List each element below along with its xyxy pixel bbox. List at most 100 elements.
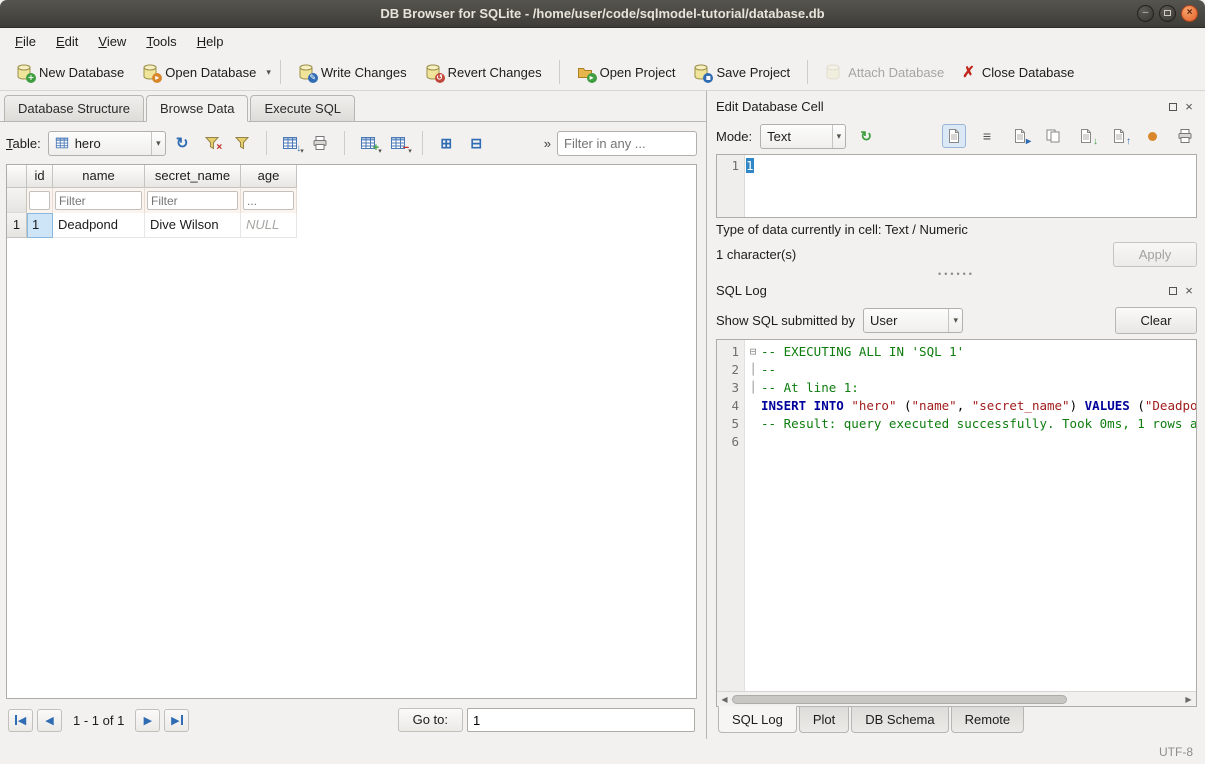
scrollbar-thumb[interactable] [732,695,1067,704]
import-data-button[interactable]: ↓ [1074,124,1098,148]
overflow-chevron[interactable]: » [541,136,554,151]
sql-log-content: ⊟-- EXECUTING ALL IN 'SQL 1'│--│-- At li… [745,340,1196,691]
attach-database-button[interactable]: Attach Database [817,59,952,85]
copy-data-button[interactable] [1041,124,1065,148]
column-header-name[interactable]: name [53,165,145,188]
menu-view[interactable]: View [89,31,135,52]
edit-cell-title: Edit Database Cell [716,99,1165,114]
sql-log-view: 123456 ⊟-- EXECUTING ALL IN 'SQL 1'│--│-… [716,339,1197,707]
maximize-button[interactable] [1159,5,1176,22]
new-record-button[interactable]: + ▾ [355,130,382,156]
grid-filter-row [7,188,696,213]
insert-cell-button[interactable]: ⊞ [433,130,460,156]
char-count-label: 1 character(s) [716,247,796,262]
float-dock-button[interactable] [1165,99,1181,115]
printer-icon [1177,128,1193,144]
last-record-button[interactable]: ▶ [164,709,189,732]
tab-sql-log[interactable]: SQL Log [718,706,797,733]
clear-cell-button[interactable]: ⊟ [463,130,490,156]
import-icon: ↓ [1078,128,1094,144]
cell-age[interactable]: NULL [241,213,297,238]
scroll-right-arrow[interactable]: ▶ [1181,695,1196,704]
menu-help[interactable]: Help [188,31,233,52]
attach-database-icon [825,64,841,80]
word-wrap-icon: ≡ [983,128,991,144]
close-button[interactable]: × [1181,5,1198,22]
save-project-button[interactable]: ▪ Save Project [685,59,798,85]
float-dock-button[interactable] [1165,283,1181,299]
word-wrap-button[interactable]: ≡ [975,124,999,148]
refresh-button[interactable]: ↻ [169,130,196,156]
cell-editor-gutter: 1 [717,155,745,217]
column-header-age[interactable]: age [241,165,297,188]
open-data-button[interactable]: ▸ [1008,124,1032,148]
cell-editor[interactable]: 1 1 [716,154,1197,218]
open-database-label: Open Database [165,65,256,80]
clear-filter-icon: × [204,135,220,151]
show-sql-label: Show SQL submitted by [716,313,855,328]
auto-detect-format-button[interactable]: ↻ [854,124,878,148]
filter-input-secret-name[interactable] [147,191,238,210]
text-mode-button[interactable] [942,124,966,148]
write-changes-button[interactable]: ✎ Write Changes [290,59,415,85]
filter-any-input[interactable] [557,131,697,156]
goto-button[interactable]: Go to: [398,708,463,732]
cell-count-row: 1 character(s) Apply [716,240,1197,268]
scroll-left-arrow[interactable]: ◀ [717,695,732,704]
data-grid: id name secret_name age 1 1 [6,164,697,699]
cell-secret-name[interactable]: Dive Wilson [145,213,241,238]
next-record-button[interactable]: ▶ [135,709,160,732]
previous-record-button[interactable]: ◀ [37,709,62,732]
menu-edit[interactable]: Edit [47,31,87,52]
tab-database-structure[interactable]: Database Structure [4,95,144,122]
column-header-id[interactable]: id [27,165,53,188]
column-header-secret-name[interactable]: secret_name [145,165,241,188]
minimize-button[interactable]: – [1137,5,1154,22]
delete-record-icon: − [390,135,406,151]
horizontal-scrollbar[interactable]: ◀ ▶ [717,691,1196,706]
clear-all-filters-button[interactable]: × [199,130,226,156]
cell-name[interactable]: Deadpond [53,213,145,238]
open-database-dropdown[interactable]: ▾ [266,67,271,78]
tab-db-schema[interactable]: DB Schema [851,706,948,733]
mode-combobox[interactable]: Text ▾ [760,124,846,149]
table-row: 1 1 Deadpond Dive Wilson NULL [7,213,696,238]
save-project-icon: ▪ [693,64,709,80]
save-filter-button[interactable] [229,130,256,156]
filter-input-id[interactable] [29,191,50,210]
menu-file[interactable]: File [6,31,45,52]
tab-execute-sql[interactable]: Execute SQL [250,95,355,122]
splitter-handle[interactable]: •••••• [716,268,1197,279]
close-dock-button[interactable]: × [1181,283,1197,299]
apply-button[interactable]: Apply [1113,242,1197,267]
print-cell-button[interactable] [1173,124,1197,148]
filter-input-age[interactable] [243,191,294,210]
goto-input[interactable] [467,708,695,732]
table-combobox[interactable]: hero ▾ [48,131,166,156]
open-database-button[interactable]: ▸ Open Database [134,59,264,85]
delete-record-button[interactable]: − ▾ [385,130,412,156]
edit-cell-dock-header: Edit Database Cell × [716,95,1197,118]
set-null-button[interactable] [1140,124,1164,148]
sql-log-gutter: 123456 [717,340,745,691]
export-data-button[interactable]: ↑ [1107,124,1131,148]
clear-log-button[interactable]: Clear [1115,307,1197,334]
revert-changes-button[interactable]: ↺ Revert Changes [417,59,550,85]
new-database-button[interactable]: + New Database [8,59,132,85]
cell-id[interactable]: 1 [27,213,53,238]
tab-browse-data[interactable]: Browse Data [146,95,248,122]
menu-tools[interactable]: Tools [137,31,185,52]
new-database-label: New Database [39,65,124,80]
tab-plot[interactable]: Plot [799,706,849,733]
filter-input-name[interactable] [55,191,142,210]
float-icon [1169,287,1177,295]
row-header[interactable]: 1 [7,213,27,238]
open-project-button[interactable]: ▸ Open Project [569,59,684,85]
first-record-button[interactable]: ◀ [8,709,33,732]
export-table-button[interactable]: ↓ ▾ [277,130,304,156]
close-database-button[interactable]: ✗ Close Database [954,58,1082,86]
submitted-by-combobox[interactable]: User ▾ [863,308,963,333]
tab-remote[interactable]: Remote [951,706,1025,733]
close-dock-button[interactable]: × [1181,99,1197,115]
print-table-button[interactable] [307,130,334,156]
